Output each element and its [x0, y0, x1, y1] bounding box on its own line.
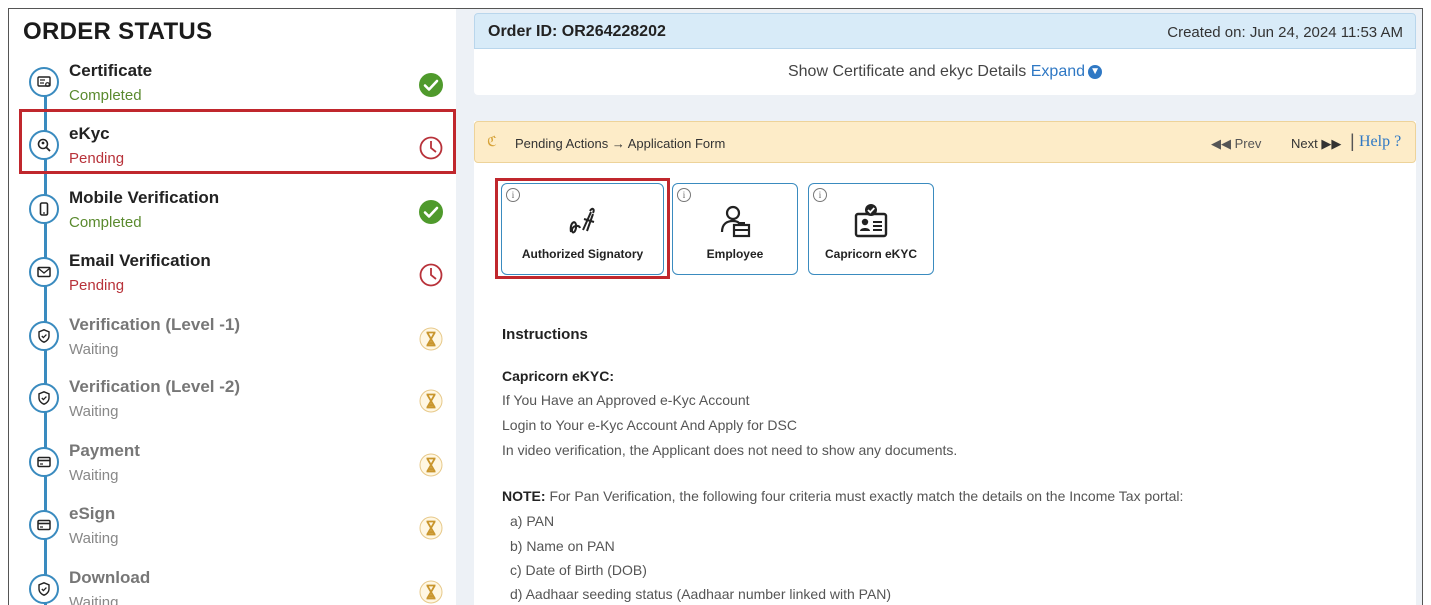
help-link[interactable]: Help ? [1359, 133, 1401, 151]
show-details-text: Show Certificate and ekyc Details [787, 63, 1027, 80]
employee-icon [720, 205, 751, 238]
order-status-sidebar: ORDER STATUS Certificate Completed eKyc … [9, 9, 456, 605]
expand-down-icon: ▼ [1088, 64, 1103, 79]
instruction-line: If You Have an Approved e-Kyc Account [502, 392, 750, 408]
tile-label: Employee [706, 247, 764, 261]
tile-label: Capricorn eKYC [824, 247, 918, 261]
info-icon[interactable]: i [813, 188, 827, 202]
shield-icon [29, 574, 59, 604]
hourglass-icon [417, 325, 445, 353]
prev-button[interactable]: ◀◀ Prev [1211, 136, 1261, 152]
mobile-icon [29, 194, 59, 224]
show-details-row: Show Certificate and ekyc Details Expand… [474, 63, 1416, 81]
mail-icon [29, 257, 59, 287]
authorized-signatory-highlight [495, 178, 670, 279]
step-name: eSign [69, 504, 116, 523]
app-frame: ORDER STATUS Certificate Completed eKyc … [8, 8, 1423, 605]
step-download[interactable]: Download Waiting [9, 566, 456, 605]
application-content: ℭ Pending Actions → Application Form ◀◀ … [474, 121, 1416, 605]
next-label: Next [1291, 136, 1318, 151]
ekyc-highlight-box [19, 109, 456, 174]
note-line: NOTE: For Pan Verification, the followin… [502, 488, 1183, 504]
step-payment[interactable]: Payment Waiting [9, 439, 456, 501]
nav-separator: | [1350, 131, 1355, 151]
step-esign[interactable]: eSign Waiting [9, 502, 456, 564]
step-name: Certificate [69, 61, 153, 80]
expand-label: Expand [1030, 63, 1086, 80]
criteria-item: c) Date of Birth (DOB) [510, 562, 647, 578]
expand-link[interactable]: Expand ▼ [1030, 63, 1103, 80]
order-header-bar: Order ID: OR264228202 Created on: Jun 24… [474, 13, 1416, 49]
check-circle-icon [417, 198, 445, 226]
step-status: Completed [69, 214, 142, 231]
certificate-icon [29, 67, 59, 97]
clock-icon [417, 261, 445, 289]
main-panel: Order ID: OR264228202 Created on: Jun 24… [456, 9, 1422, 605]
created-date: Created on: Jun 24, 2024 11:53 AM [1167, 24, 1403, 41]
id-card-check-icon [854, 204, 888, 238]
order-id: Order ID: OR264228202 [488, 23, 666, 40]
step-status: Waiting [69, 467, 119, 484]
step-name: Payment [69, 441, 140, 460]
tile-capricorn-ekyc[interactable]: i Capricorn eKYC [808, 183, 934, 275]
instructions-subheading: Capricorn eKYC: [502, 368, 615, 384]
sidebar-title: ORDER STATUS [23, 18, 213, 45]
note-text: For Pan Verification, the following four… [545, 488, 1184, 504]
instruction-line: In video verification, the Applicant doe… [502, 442, 958, 458]
info-icon[interactable]: i [677, 188, 691, 202]
criteria-item: b) Name on PAN [510, 538, 615, 554]
pending-icon: ℭ [487, 133, 497, 149]
order-card: Order ID: OR264228202 Created on: Jun 24… [474, 13, 1416, 95]
pending-actions-bar: ℭ Pending Actions → Application Form ◀◀ … [474, 121, 1416, 163]
step-status: Completed [69, 87, 142, 104]
instruction-line: Login to Your e-Kyc Account And Apply fo… [502, 417, 797, 433]
pending-actions-text: Pending Actions → Application Form [515, 136, 726, 151]
hourglass-icon [417, 514, 445, 542]
check-circle-icon [417, 71, 445, 99]
prev-label: Prev [1234, 136, 1262, 151]
step-verification-level-1[interactable]: Verification (Level -1) Waiting [9, 313, 456, 375]
next-button[interactable]: Next ▶▶ [1291, 136, 1341, 152]
criteria-item: a) PAN [510, 513, 555, 529]
step-status: Pending [69, 277, 125, 294]
criteria-item: d) Aadhaar seeding status (Aadhaar numbe… [510, 586, 892, 602]
note-label: NOTE: [502, 488, 546, 504]
step-name: Mobile Verification [69, 188, 220, 207]
hourglass-icon [417, 387, 445, 415]
step-name: Verification (Level -2) [69, 377, 240, 396]
instructions-heading: Instructions [502, 326, 588, 343]
step-status: Waiting [69, 403, 119, 420]
hourglass-icon [417, 578, 445, 605]
card-icon [29, 447, 59, 477]
tile-employee[interactable]: i Employee [672, 183, 798, 275]
step-name: Verification (Level -1) [69, 315, 240, 334]
step-status: Waiting [69, 594, 119, 605]
step-name: Email Verification [69, 251, 211, 270]
step-name: Download [69, 568, 151, 587]
step-verification-level-2[interactable]: Verification (Level -2) Waiting [9, 375, 456, 437]
step-email-verification[interactable]: Email Verification Pending [9, 249, 456, 311]
step-mobile-verification[interactable]: Mobile Verification Completed [9, 186, 456, 248]
shield-icon [29, 321, 59, 351]
shield-icon [29, 383, 59, 413]
hourglass-icon [417, 451, 445, 479]
step-status: Waiting [69, 530, 119, 547]
card-icon [29, 510, 59, 540]
step-status: Waiting [69, 341, 119, 358]
